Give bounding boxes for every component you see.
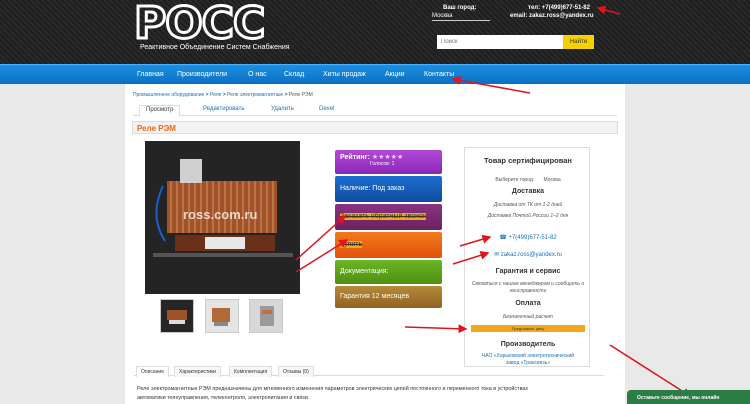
warranty-box: Гарантия 12 месяцев <box>335 286 442 308</box>
admin-tabs: Просмотр Редактировать Удалить Devel <box>133 104 617 117</box>
city-label: Ваш город: <box>443 5 477 11</box>
tab-equipment[interactable]: Комплектация <box>229 366 273 377</box>
phone-icon: ☎ <box>499 235 507 241</box>
tab-description[interactable]: Описание <box>136 366 170 377</box>
tab-view[interactable]: Просмотр <box>139 105 181 117</box>
city-select-row: Выберите город: Москва <box>465 177 591 183</box>
availability-text: Наличие: Под заказ <box>340 185 405 192</box>
documentation-link[interactable]: Документация: <box>340 268 389 275</box>
product-thumbnail[interactable] <box>205 299 239 333</box>
payment-heading: Оплата <box>515 300 541 307</box>
city-select-value[interactable]: Москва <box>544 177 561 183</box>
relay-thumbnail-icon <box>206 300 238 332</box>
content-area: Промышленное оборудование > Реле > Реле … <box>125 84 625 404</box>
breadcrumb-link[interactable]: Реле электромагнитные <box>227 92 283 98</box>
product-title: Реле РЭМ <box>137 124 176 133</box>
callback-box[interactable]: Заказать обратный звонок <box>335 204 442 230</box>
certified-heading: Товар сертифицирован <box>484 156 572 165</box>
header-email[interactable]: email: zakaz.ross@yandex.ru <box>510 13 594 19</box>
manufacturer-link[interactable]: ЧАО «Харьковский электротехнический <box>465 353 591 359</box>
info-email[interactable]: zakaz.ross@yandex.ru <box>501 252 562 258</box>
tab-edit[interactable]: Редактировать <box>197 105 250 113</box>
breadcrumb-separator: > <box>222 92 226 98</box>
product-thumbnail[interactable] <box>160 299 194 333</box>
info-phone[interactable]: +7(499)677-51-82 <box>508 235 556 241</box>
svg-text:РОСС: РОСС <box>134 4 264 42</box>
nav-item-promotions[interactable]: Акции <box>385 71 405 78</box>
warranty-heading: Гарантия и сервис <box>495 268 561 275</box>
callback-link[interactable]: Заказать обратный звонок <box>340 213 426 220</box>
relay-thumbnail-icon <box>250 300 282 332</box>
availability-box: Наличие: Под заказ <box>335 176 442 202</box>
info-panel: Товар сертифицирован Выберите город: Мос… <box>464 147 590 367</box>
info-phone-row[interactable]: ☎ +7(499)677-51-82 <box>465 234 591 241</box>
tab-reviews[interactable]: Отзывы (0) <box>278 366 314 377</box>
payment-text: Безналичный расчет <box>503 314 553 320</box>
site-subtitle: Реактивное Объединение Систем Снабжения <box>140 44 290 51</box>
info-email-row[interactable]: ✉ zakaz.ross@yandex.ru <box>465 251 591 258</box>
warranty-text-line: Связаться с нашим менеджером и сообщить … <box>471 281 585 287</box>
breadcrumb-separator: > <box>284 92 288 98</box>
product-description: Реле электромагнитные РЭМ предназначены … <box>137 385 607 403</box>
documentation-box[interactable]: Документация: <box>335 260 442 284</box>
rating-stars[interactable]: ★★★★★ <box>372 154 403 161</box>
city-select[interactable]: Москва <box>432 13 490 21</box>
buy-button[interactable]: Купить <box>340 241 363 248</box>
header-phone[interactable]: тел: +7(499)677-51-82 <box>528 5 590 11</box>
delivery-line: Доставка от ТК от 1-2 дней <box>493 202 563 208</box>
tab-devel[interactable]: Devel <box>313 105 340 113</box>
nav-item-about[interactable]: О нас <box>248 71 267 78</box>
breadcrumb-link[interactable]: Реле <box>210 92 221 98</box>
site-logo[interactable]: РОСС <box>132 4 297 42</box>
breadcrumb-link[interactable]: Промышленное оборудование <box>133 92 204 98</box>
votes-count: Голосов: 1 <box>370 161 395 167</box>
nav-item-bestsellers[interactable]: Хиты продаж <box>323 71 366 78</box>
image-watermark: ross.com.ru <box>183 207 258 222</box>
nav-item-contacts[interactable]: Контакты <box>424 71 454 78</box>
warranty-text-line: неисправности <box>509 288 547 294</box>
nav-item-home[interactable]: Главная <box>137 71 164 78</box>
nav-item-warehouse[interactable]: Склад <box>284 71 304 78</box>
offer-price-button[interactable]: Предложить цену <box>471 325 585 332</box>
breadcrumb: Промышленное оборудование > Реле > Реле … <box>133 92 313 98</box>
tab-delete[interactable]: Удалить <box>265 105 300 113</box>
relay-thumbnail-icon <box>161 300 193 332</box>
rating-label: Рейтинг: <box>340 154 370 161</box>
mail-icon: ✉ <box>494 252 500 258</box>
description-line: Реле электромагнитные РЭМ предназначены … <box>137 386 529 392</box>
search-input[interactable] <box>437 35 563 49</box>
site-header: РОСС Реактивное Объединение Систем Снабж… <box>0 0 750 64</box>
product-thumbnail[interactable] <box>249 299 283 333</box>
search-button[interactable]: Найти <box>563 35 594 49</box>
nav-item-manufacturers[interactable]: Производители <box>177 71 227 78</box>
buy-box[interactable]: Купить <box>335 232 442 258</box>
main-nav: Главная Производители О нас Склад Хиты п… <box>0 64 750 84</box>
tab-characteristics[interactable]: Характеристики <box>174 366 222 377</box>
chat-widget[interactable]: Оставьте сообщение, мы онлайн <box>627 390 750 404</box>
description-line: автоматики телеуправления, телеконтроля,… <box>137 395 310 401</box>
description-tabs: Описание Характеристики Комплектация Отз… <box>134 365 604 377</box>
delivery-line: Доставка Почтой России 1–2 дня <box>487 213 569 219</box>
product-title-bar: Реле РЭМ <box>132 121 618 134</box>
product-image[interactable]: ross.com.ru <box>145 141 300 294</box>
warranty-text: Гарантия 12 месяцев <box>340 293 410 300</box>
delivery-heading: Доставка <box>511 188 545 195</box>
breadcrumb-current: Реле РЭМ <box>288 92 313 98</box>
rating-box: Рейтинг: ★★★★★ Голосов: 1 <box>335 150 442 174</box>
breadcrumb-separator: > <box>205 92 209 98</box>
city-select-label: Выберите город: <box>495 177 535 183</box>
manufacturer-heading: Производитель <box>500 341 556 348</box>
